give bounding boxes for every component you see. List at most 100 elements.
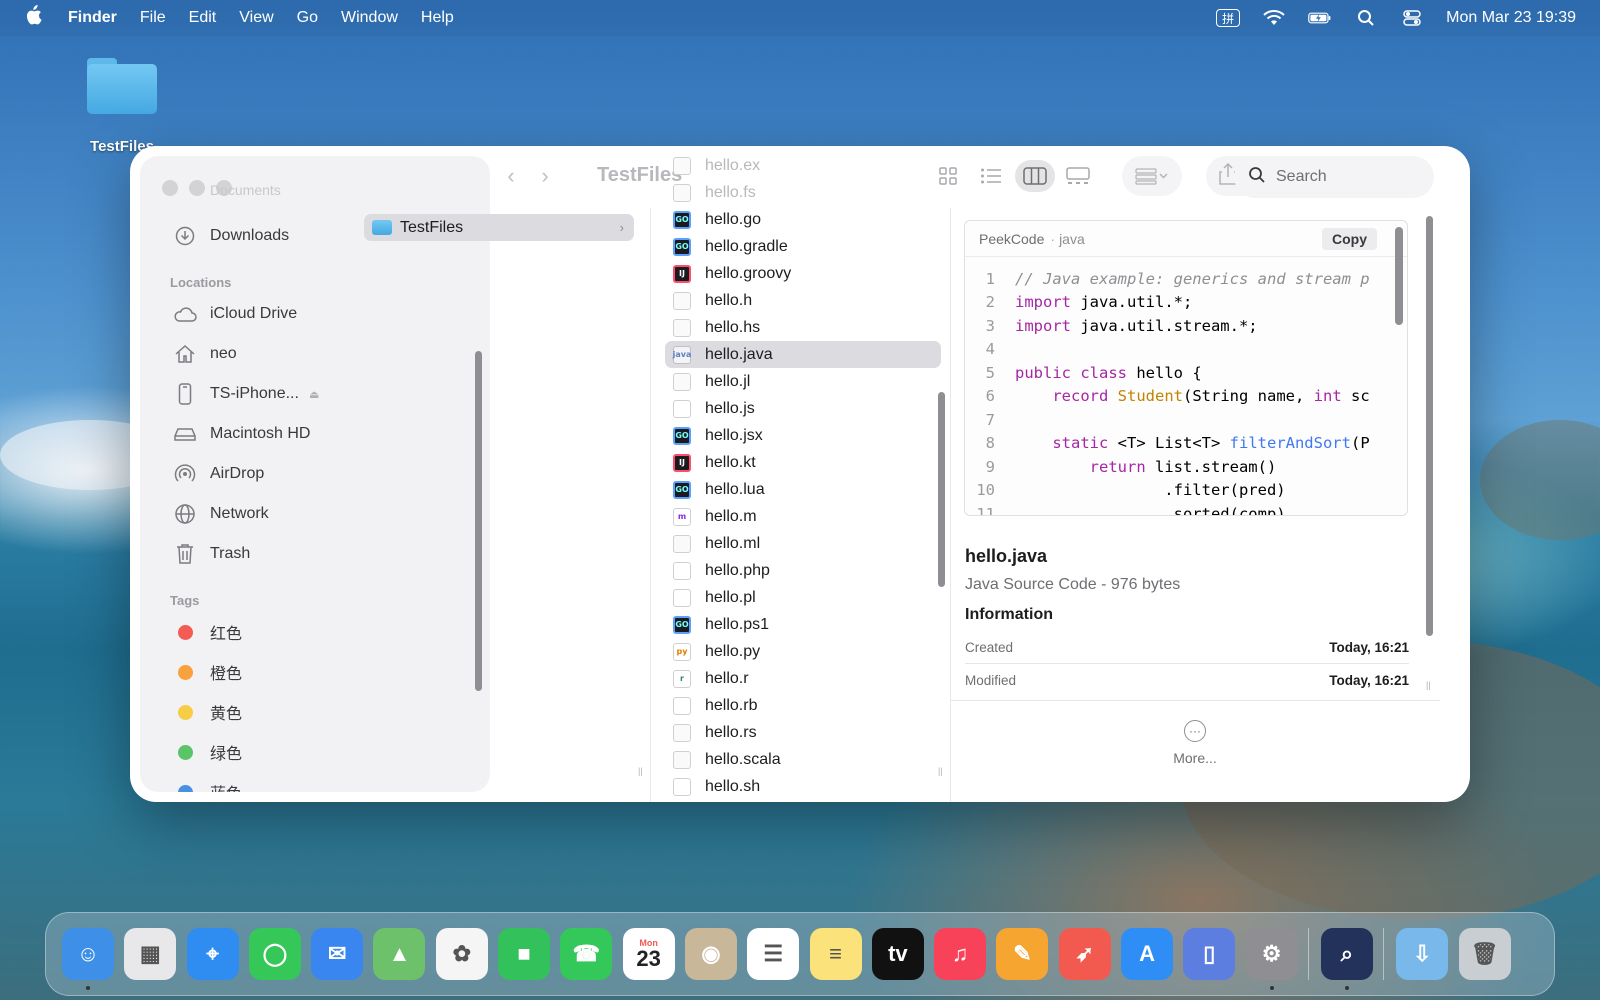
maps-icon: ▲ bbox=[388, 941, 411, 966]
desktop-folder[interactable]: TestFiles bbox=[80, 56, 164, 155]
menu-clock[interactable]: Mon Mar 23 19:39 bbox=[1446, 9, 1576, 27]
facetime-icon: ■ bbox=[517, 941, 531, 966]
line-text: record Student(String name, int sc bbox=[1052, 387, 1370, 406]
file-row[interactable]: hello.jl bbox=[665, 368, 941, 395]
file-row[interactable]: hello.js bbox=[665, 395, 941, 422]
dock-app-peekcode[interactable]: ⌕ bbox=[1320, 928, 1373, 990]
dock-app-trash[interactable]: 🗑 bbox=[1458, 928, 1511, 980]
file-row[interactable]: hello.scala bbox=[665, 746, 941, 773]
menu-window[interactable]: Window bbox=[341, 9, 398, 27]
file-row[interactable]: GO hello.lua bbox=[665, 476, 941, 503]
file-row[interactable]: hello.sh bbox=[665, 773, 941, 800]
dock-app-maps[interactable]: ▲ bbox=[373, 928, 426, 980]
file-row[interactable]: hello.rb bbox=[665, 692, 941, 719]
file-row[interactable]: hello.hs bbox=[665, 314, 941, 341]
list-view-button[interactable] bbox=[971, 160, 1011, 192]
file-row[interactable]: m hello.m bbox=[665, 503, 941, 530]
dock-app-calendar[interactable]: Mon 23 bbox=[622, 928, 675, 980]
file-row[interactable]: IJ hello.kt bbox=[665, 449, 941, 476]
code-scrollbar[interactable] bbox=[1395, 227, 1403, 325]
menu-app-name[interactable]: Finder bbox=[68, 9, 117, 27]
dock-app-notes[interactable]: ≡ bbox=[809, 928, 862, 980]
dock-app-reminders[interactable]: ☰ bbox=[747, 928, 800, 980]
menu-help[interactable]: Help bbox=[421, 9, 454, 27]
input-method-icon[interactable]: 拼 bbox=[1216, 9, 1241, 27]
folder-icon bbox=[85, 56, 159, 116]
dock-app-downloads[interactable]: ⇩ bbox=[1396, 928, 1449, 980]
folder-icon bbox=[372, 220, 392, 235]
dock-app-phone[interactable]: ☎ bbox=[560, 928, 613, 980]
dock-app-iphone-mirroring[interactable]: ▯ bbox=[1183, 928, 1236, 980]
menu-edit[interactable]: Edit bbox=[189, 9, 217, 27]
dock-app-finder[interactable]: ☺ bbox=[62, 928, 114, 990]
more-button[interactable]: ··· More... bbox=[950, 720, 1440, 766]
file-name: hello.h bbox=[705, 291, 753, 309]
gallery-view-button[interactable] bbox=[1058, 160, 1098, 192]
column-resize-handle[interactable]: || bbox=[638, 766, 643, 776]
dock-app-rocket[interactable]: ➶ bbox=[1058, 928, 1111, 980]
dock-app-app-store[interactable]: A bbox=[1121, 928, 1174, 980]
file-row[interactable]: hello.rs bbox=[665, 719, 941, 746]
back-button[interactable]: ‹ bbox=[507, 163, 514, 189]
menu-go[interactable]: Go bbox=[297, 9, 318, 27]
wifi-icon[interactable] bbox=[1262, 9, 1286, 27]
file-row[interactable]: py hello.py bbox=[665, 638, 941, 665]
file-row[interactable]: GO hello.go bbox=[665, 206, 941, 233]
file-row[interactable]: GO hello.jsx bbox=[665, 422, 941, 449]
file-name: hello.js bbox=[705, 399, 755, 417]
menu-bar: Finder File Edit View Go Window Help 拼 M… bbox=[0, 0, 1600, 36]
file-row[interactable]: GO hello.gradle bbox=[665, 233, 941, 260]
file-jb-icon: IJ bbox=[673, 264, 691, 283]
dock-app-facetime[interactable]: ■ bbox=[498, 928, 551, 980]
file-row[interactable]: hello.pl bbox=[665, 584, 941, 611]
file-row[interactable]: GO hello.ps1 bbox=[665, 611, 941, 638]
file-row[interactable]: hello.fs bbox=[665, 179, 941, 206]
dock-app-pages[interactable]: ✎ bbox=[996, 928, 1049, 980]
dock-app-music[interactable]: ♫ bbox=[934, 928, 987, 980]
control-center-icon[interactable] bbox=[1400, 9, 1424, 27]
column-divider[interactable] bbox=[650, 208, 651, 802]
dock-app-launchpad[interactable]: ▦ bbox=[124, 928, 177, 980]
menu-view[interactable]: View bbox=[239, 9, 273, 27]
columns-icon bbox=[1022, 167, 1047, 185]
battery-icon[interactable] bbox=[1308, 9, 1332, 27]
trash-icon bbox=[172, 543, 198, 565]
spotlight-icon[interactable] bbox=[1354, 9, 1378, 27]
running-indicator bbox=[1269, 986, 1274, 990]
dock-app-contacts[interactable]: ◉ bbox=[684, 928, 737, 980]
menu-file[interactable]: File bbox=[140, 9, 166, 27]
column-view-button[interactable] bbox=[1014, 160, 1055, 192]
file-row[interactable]: hello.h bbox=[665, 287, 941, 314]
column-2-scrollbar[interactable] bbox=[938, 392, 945, 587]
close-button[interactable] bbox=[162, 180, 178, 196]
file-name: hello.lua bbox=[705, 480, 765, 498]
dock-app-system-settings[interactable]: ⚙ bbox=[1245, 928, 1298, 990]
dock-app-mail[interactable]: ✉ bbox=[311, 928, 364, 980]
column-resize-handle[interactable]: || bbox=[938, 766, 943, 776]
list-item-testfiles[interactable]: TestFiles › bbox=[364, 214, 634, 241]
copy-button[interactable]: Copy bbox=[1322, 227, 1377, 250]
file-row[interactable]: hello.ml bbox=[665, 530, 941, 557]
file-row[interactable]: r hello.r bbox=[665, 665, 941, 692]
minimize-button[interactable] bbox=[189, 180, 205, 196]
file-row[interactable]: hello.php bbox=[665, 557, 941, 584]
dock-app-messages[interactable]: ◯ bbox=[248, 928, 301, 980]
dock-app-safari[interactable]: ⌖ bbox=[186, 928, 239, 980]
search-field[interactable]: Search bbox=[1234, 156, 1434, 198]
apple-menu-icon[interactable] bbox=[24, 5, 44, 31]
globe-icon bbox=[172, 503, 198, 525]
file-doc-icon bbox=[673, 372, 691, 391]
preview-resize-handle[interactable]: || bbox=[1426, 680, 1431, 690]
preview-scrollbar[interactable] bbox=[1426, 216, 1433, 636]
running-indicator bbox=[1344, 986, 1349, 990]
dock-app-tv[interactable]: tv bbox=[871, 928, 924, 980]
line-number: 4 bbox=[985, 340, 995, 359]
group-by-button[interactable] bbox=[1122, 156, 1182, 196]
file-row[interactable]: hello.ex bbox=[665, 152, 941, 179]
grid-icon bbox=[939, 167, 957, 185]
dock-app-photos[interactable]: ✿ bbox=[435, 928, 488, 980]
file-row[interactable]: IJ hello.groovy bbox=[665, 260, 941, 287]
eject-icon[interactable]: ⏏ bbox=[309, 388, 319, 401]
forward-button[interactable]: › bbox=[541, 163, 548, 189]
file-row[interactable]: java hello.java bbox=[665, 341, 941, 368]
